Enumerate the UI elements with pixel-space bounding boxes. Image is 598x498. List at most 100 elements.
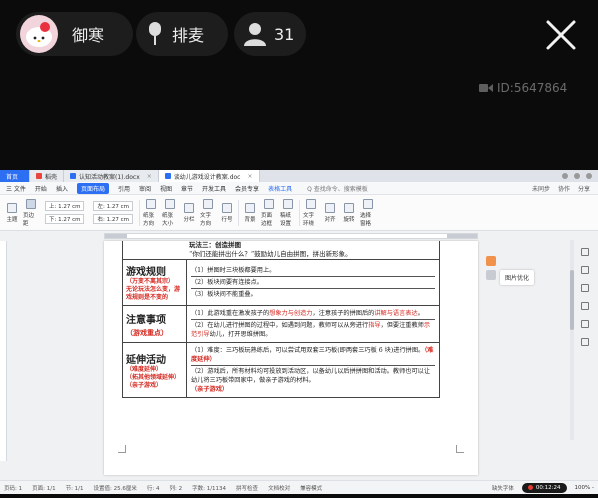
table-cell-content[interactable]: （1）此游戏重在激发孩子的想象力与创造力，注意孩子的拼图后的讲解与语言表达。 （… (186, 305, 440, 343)
ribbon-label: 稿纸设置 (279, 212, 291, 227)
tab-doc-2[interactable]: 谈幼儿游戏设计教案.doc × (158, 170, 260, 182)
status-spell-check[interactable]: 拼写检查 (236, 484, 258, 492)
table-row: 游戏规则 （万变不离其宗） 无论玩法怎么变，游 戏规则是不变的 （1）拼图时三块… (122, 259, 440, 306)
menu-member[interactable]: 会员专享 (235, 184, 259, 193)
status-proofread[interactable]: 文档校对 (268, 484, 290, 492)
panel-icon[interactable] (486, 270, 496, 280)
lesson-step-title: 玩法三：创造拼图 (189, 241, 241, 249)
microphone-icon (149, 22, 161, 45)
image-optimize-icon[interactable] (486, 256, 496, 266)
ribbon-selection-pane[interactable]: 选择窗格 (360, 198, 376, 227)
close-tab-icon[interactable]: × (147, 173, 152, 180)
collaborate-button[interactable]: 协作 (558, 184, 570, 193)
ribbon-rotate[interactable]: 旋转 (341, 202, 357, 223)
close-icon[interactable] (544, 18, 578, 52)
document-page[interactable]: 玩法三：创造拼图 “你们还能拼出什么？”鼓励幼儿自由拼图，拼出新形象。 游戏规则… (104, 241, 478, 475)
ribbon-line-numbers[interactable]: 行号 (219, 202, 235, 223)
menu-section[interactable]: 章节 (181, 184, 193, 193)
share-icon[interactable] (581, 320, 589, 328)
menu-review[interactable]: 审阅 (139, 184, 151, 193)
lesson-step-text: 玩法三：创造拼图 “你们还能拼出什么？”鼓励幼儿自由拼图，拼出新形象。 (122, 241, 440, 259)
menu-insert[interactable]: 插入 (56, 184, 68, 193)
margin-left-field[interactable]: 左: 1.27 cm (93, 201, 133, 211)
menu-references[interactable]: 引用 (118, 184, 130, 193)
ribbon-label: 行号 (221, 216, 233, 223)
settings-icon[interactable] (581, 302, 589, 310)
ribbon-text-direction[interactable]: 文字方向 (200, 198, 216, 227)
table-cell-heading[interactable]: 游戏规则 （万变不离其宗） 无论玩法怎么变，游 戏规则是不变的 (122, 259, 187, 306)
mic-queue-button[interactable]: 排麦 (136, 12, 228, 56)
ribbon-label: 纸张大小 (161, 212, 173, 227)
table-cell-heading[interactable]: 延伸活动 （难度延伸） （拓其他领域延伸） （亲子游戏） (122, 342, 187, 398)
margin-right-field[interactable]: 右: 1.27 cm (93, 214, 133, 224)
page-border-icon (263, 198, 274, 209)
select-icon[interactable] (581, 284, 589, 292)
margin-bottom-field[interactable]: 下: 1.27 cm (45, 214, 85, 224)
video-icon (479, 84, 493, 92)
horizontal-ruler[interactable] (104, 233, 478, 239)
status-compat-mode: 兼容模式 (300, 485, 323, 492)
margin-fields-1: 上: 1.27 cm 下: 1.27 cm (45, 201, 85, 224)
scroll-thumb[interactable] (570, 270, 574, 330)
ribbon-label: 页边距 (23, 212, 35, 227)
share-button[interactable]: 分享 (578, 184, 590, 193)
ribbon-orientation[interactable]: 纸张方向 (143, 198, 159, 227)
ribbon-align[interactable]: 对齐 (322, 202, 338, 223)
status-right-group: 缺失字体 00:12:24 100% - (492, 482, 598, 493)
recording-indicator[interactable]: 00:12:24 (521, 482, 567, 493)
pen-icon[interactable] (581, 266, 589, 274)
tab-doc-1[interactable]: 认知活动教案(1).docx × (64, 170, 159, 182)
ribbon-theme[interactable]: 主题 (4, 202, 20, 223)
table-cell-heading[interactable]: 注意事项 （游戏重点） (122, 305, 187, 343)
table-cell-content[interactable]: （1）难度：三巧板玩熟练后，可以尝试用双套三巧板(即两套三巧板 6 块)进行拼图… (186, 342, 440, 398)
ribbon-margins[interactable]: 页边距 (23, 198, 39, 227)
close-tab-icon[interactable]: × (247, 173, 252, 180)
menu-developer[interactable]: 开发工具 (202, 184, 226, 193)
ribbon-wrap[interactable]: 文字环绕 (303, 198, 319, 227)
menu-page-layout[interactable]: 页面布局 (76, 182, 109, 194)
wps-writer-window: 首页 稻壳 认知活动教案(1).docx × 谈幼儿游戏设计教案.doc × 三 文… (0, 170, 598, 494)
status-word-count[interactable]: 字数: 1/1134 (192, 484, 226, 492)
window-controls (562, 170, 598, 182)
ribbon-divider (138, 199, 140, 226)
tab-docer[interactable]: 稻壳 (30, 170, 65, 182)
table-cell-content[interactable]: （1）拼图时三块板都要用上。 （2）板块间要有连接点。 （3）板块间不能重叠。 (186, 259, 440, 306)
align-icon (324, 202, 335, 213)
sync-status[interactable]: 未同步 (532, 184, 550, 193)
viewer-count-button[interactable]: 31 (234, 12, 306, 56)
image-optimize-tooltip[interactable]: 图片优化 (500, 270, 535, 285)
row-note: （难度延伸） (126, 365, 163, 373)
tab-home[interactable]: 首页 (0, 170, 30, 182)
ruler-margin-left (105, 234, 127, 238)
host-avatar[interactable] (20, 15, 58, 53)
menu-table-tools[interactable]: 表格工具 (268, 184, 292, 193)
zoom-level[interactable]: 100% - (575, 485, 594, 491)
person-icon (244, 23, 266, 46)
margin-top-field[interactable]: 上: 1.27 cm (45, 201, 85, 211)
tab-label: 稻壳 (45, 173, 58, 181)
menu-home[interactable]: 开始 (35, 184, 47, 193)
edit-icon[interactable] (581, 248, 589, 256)
user-avatar-icon[interactable] (562, 173, 568, 179)
missing-fonts-link[interactable]: 缺失字体 (492, 484, 514, 492)
ribbon-manuscript[interactable]: 稿纸设置 (279, 198, 296, 227)
command-search[interactable]: Q 查找命令、搜索模板 (307, 184, 368, 193)
host-info[interactable]: 御寒 (16, 12, 133, 56)
row-heading: 延伸活动 (126, 354, 166, 366)
menu-view[interactable]: 视图 (160, 184, 172, 193)
maximize-icon[interactable] (586, 173, 592, 179)
ribbon-background[interactable]: 背景 (242, 202, 258, 223)
vertical-ruler[interactable] (0, 241, 7, 461)
mic-queue-label: 排麦 (172, 26, 205, 45)
ribbon-page-border[interactable]: 页面边框 (261, 198, 277, 227)
minimize-icon[interactable] (574, 173, 580, 179)
page-corner-mark (456, 445, 464, 453)
ribbon-columns[interactable]: 分栏 (181, 202, 197, 223)
vertical-scrollbar[interactable] (570, 240, 574, 440)
menu-file[interactable]: 三 文件 (6, 184, 26, 193)
ribbon-size[interactable]: 纸张大小 (161, 198, 178, 227)
extension-line: （1）难度：三巧板玩熟练后，可以尝试用双套三巧板(即两套三巧板 6 块)进行拼图… (191, 345, 435, 366)
help-icon[interactable] (581, 338, 589, 346)
document-content[interactable]: 玩法三：创造拼图 “你们还能拼出什么？”鼓励幼儿自由拼图，拼出新形象。 游戏规则… (122, 241, 440, 398)
ribbon-label: 主题 (6, 216, 18, 223)
